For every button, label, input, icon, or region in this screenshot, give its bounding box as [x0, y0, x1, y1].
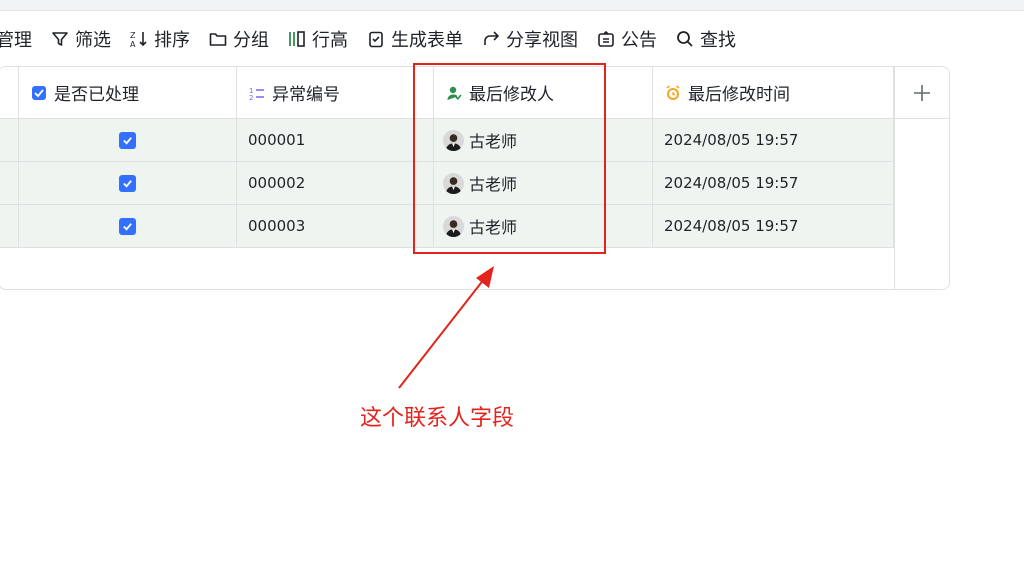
- announcement-label: 公告: [621, 30, 657, 51]
- svg-text:Z: Z: [130, 31, 136, 40]
- group-label: 分组: [233, 30, 269, 51]
- number-cell[interactable]: 000002: [237, 162, 434, 204]
- highlight-box: [413, 63, 606, 254]
- checkbox-field-icon: [32, 85, 46, 100]
- search-button[interactable]: 查找: [675, 26, 736, 52]
- column-header-modified-time[interactable]: 最后修改时间: [653, 67, 894, 118]
- view-toolbar: 管理 筛选 ZA 排序 分组 行高 生成表单 分享视图 公告 查找: [0, 22, 754, 56]
- form-icon: [369, 31, 383, 48]
- row-index-cell: [0, 162, 19, 204]
- number-cell[interactable]: 000003: [237, 205, 434, 247]
- generate-form-label: 生成表单: [391, 30, 463, 51]
- processed-checkbox[interactable]: [119, 217, 136, 235]
- row-index-cell: [0, 119, 19, 161]
- sort-label: 排序: [154, 30, 190, 51]
- column-header-number[interactable]: 12 异常编号: [237, 67, 434, 118]
- modified-time-cell[interactable]: 2024/08/05 19:57: [653, 205, 894, 247]
- row-height-label: 行高: [312, 30, 348, 51]
- modified-time-cell[interactable]: 2024/08/05 19:57: [653, 162, 894, 204]
- plus-icon: [914, 84, 930, 101]
- alarm-clock-icon: [666, 84, 680, 100]
- row-index-header: [0, 67, 19, 118]
- generate-form-button[interactable]: 生成表单: [366, 26, 463, 52]
- processed-checkbox[interactable]: [119, 174, 136, 192]
- row-height-button[interactable]: 行高: [287, 26, 348, 52]
- add-column-button[interactable]: [895, 67, 949, 119]
- column-label-number: 异常编号: [272, 85, 340, 105]
- processed-checkbox[interactable]: [119, 131, 136, 149]
- check-icon: [123, 179, 132, 188]
- annotation-arrow: [398, 266, 494, 389]
- search-label: 查找: [700, 30, 736, 51]
- svg-text:2: 2: [249, 94, 253, 101]
- modified-time-cell[interactable]: 2024/08/05 19:57: [653, 119, 894, 161]
- column-label-processed: 是否已处理: [54, 85, 139, 105]
- processed-cell[interactable]: [19, 119, 237, 161]
- filter-icon: [52, 32, 68, 46]
- check-icon: [123, 222, 132, 231]
- column-header-processed[interactable]: 是否已处理: [19, 67, 237, 118]
- annotation-text: 这个联系人字段: [360, 406, 515, 431]
- auto-number-icon: 12: [249, 87, 264, 101]
- search-icon: [677, 31, 693, 47]
- sort-icon: ZA: [130, 31, 147, 49]
- toolbar-manage[interactable]: 管理: [0, 26, 32, 52]
- number-cell[interactable]: 000001: [237, 119, 434, 161]
- top-border: [0, 0, 1024, 11]
- announcement-button[interactable]: 公告: [596, 26, 657, 52]
- sort-button[interactable]: ZA 排序: [129, 26, 190, 52]
- filter-button[interactable]: 筛选: [50, 26, 111, 52]
- share-icon: [484, 31, 500, 45]
- column-label-modified-time: 最后修改时间: [688, 85, 790, 105]
- share-view-label: 分享视图: [506, 30, 578, 51]
- filter-label: 筛选: [75, 30, 111, 51]
- processed-cell[interactable]: [19, 162, 237, 204]
- announcement-icon: [598, 30, 614, 47]
- processed-cell[interactable]: [19, 205, 237, 247]
- folder-icon: [209, 33, 227, 46]
- check-icon: [123, 136, 132, 145]
- row-index-cell: [0, 205, 19, 247]
- group-button[interactable]: 分组: [208, 26, 269, 52]
- row-height-icon: [289, 31, 305, 47]
- svg-text:A: A: [130, 40, 136, 49]
- share-view-button[interactable]: 分享视图: [481, 26, 578, 52]
- toolbar-manage-label: 管理: [0, 30, 32, 51]
